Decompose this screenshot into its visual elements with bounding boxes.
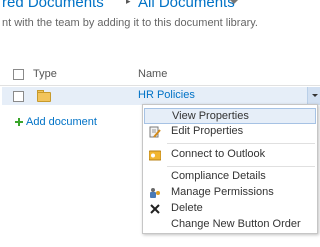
- breadcrumb-separator-icon: ▸: [126, 0, 131, 6]
- menu-item-label: Manage Permissions: [171, 186, 274, 198]
- outlook-icon: [148, 149, 162, 161]
- folder-icon: [37, 92, 51, 102]
- column-header-name[interactable]: Name: [138, 68, 167, 80]
- row-select-checkbox[interactable]: [13, 91, 24, 102]
- header-divider: [0, 85, 320, 86]
- breadcrumb-library-link[interactable]: red Documents: [2, 0, 104, 11]
- menu-item-delete[interactable]: Delete: [143, 201, 317, 217]
- menu-item-change-new-button-order[interactable]: Change New Button Order: [143, 217, 317, 233]
- chevron-down-icon: [312, 94, 318, 97]
- menu-item-label: Delete: [171, 202, 203, 214]
- select-all-checkbox[interactable]: [13, 69, 24, 80]
- menu-item-label: Compliance Details: [171, 170, 266, 182]
- manage-permissions-icon: [149, 187, 161, 199]
- menu-item-label: Change New Button Order: [171, 218, 301, 230]
- menu-item-edit-properties[interactable]: Edit Properties: [143, 124, 317, 140]
- menu-item-label: View Properties: [172, 110, 249, 122]
- menu-item-view-properties[interactable]: View Properties: [144, 108, 316, 124]
- breadcrumb-view-selector[interactable]: All Documents: [138, 0, 235, 11]
- menu-item-manage-permissions[interactable]: Manage Permissions: [143, 185, 317, 201]
- add-document-link[interactable]: Add document: [26, 116, 97, 128]
- item-name-link[interactable]: HR Policies: [138, 89, 195, 101]
- plus-icon[interactable]: [15, 118, 23, 126]
- menu-separator: [167, 143, 315, 144]
- library-description: nt with the team by adding it to this do…: [2, 17, 258, 29]
- delete-x-icon: [149, 203, 161, 215]
- menu-separator: [167, 166, 315, 167]
- item-context-menu: View Properties Edit Properties Connect …: [142, 104, 318, 234]
- menu-item-connect-to-outlook[interactable]: Connect to Outlook: [143, 147, 317, 163]
- column-header-type[interactable]: Type: [33, 68, 57, 80]
- item-menu-button[interactable]: [307, 87, 320, 105]
- breadcrumb: red Documents ▸ All Documents: [0, 0, 320, 16]
- edit-properties-icon: [149, 126, 161, 138]
- menu-item-label: Edit Properties: [171, 125, 244, 137]
- menu-item-label: Connect to Outlook: [171, 148, 266, 160]
- view-dropdown-caret-icon[interactable]: [230, 0, 238, 4]
- menu-item-compliance-details[interactable]: Compliance Details: [143, 169, 317, 185]
